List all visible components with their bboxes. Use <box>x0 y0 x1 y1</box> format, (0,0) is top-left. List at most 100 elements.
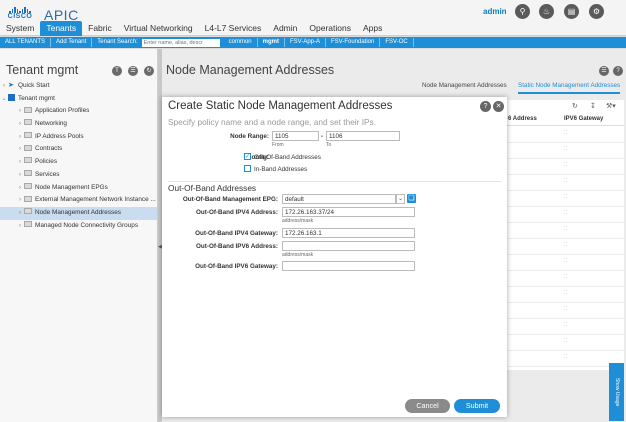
tab-virtual-networking[interactable]: Virtual Networking <box>118 21 199 36</box>
table-row[interactable]: :: <box>506 127 624 143</box>
tab-admin[interactable]: Admin <box>267 21 303 36</box>
table-row[interactable]: :: <box>506 271 624 287</box>
tree-item-managed-node-connectivity-groups[interactable]: › Managed Node Connectivity Groups <box>0 220 157 233</box>
tools-icon[interactable]: ☰ <box>128 66 138 76</box>
search-icon[interactable]: ⚲ <box>515 4 530 19</box>
add-tenant-link[interactable]: Add Tenant <box>51 38 93 47</box>
list-view-icon[interactable]: ☰ <box>599 66 609 76</box>
tree-item-quick-start[interactable]: › ➤ Quick Start <box>0 80 157 93</box>
all-tenants-link[interactable]: ALL TENANTS <box>0 38 52 47</box>
help-icon[interactable]: ? <box>480 101 491 112</box>
help-icon[interactable]: ? <box>613 66 623 76</box>
tab-fabric[interactable]: Fabric <box>82 21 118 36</box>
actions-icon[interactable]: ⚒▾ <box>606 102 616 110</box>
help-icon[interactable]: ▤ <box>564 4 579 19</box>
tree-item-networking[interactable]: › Networking <box>0 118 157 131</box>
refresh-icon[interactable]: ↻ <box>572 102 578 110</box>
table-row[interactable]: :: <box>506 223 624 239</box>
tab-static-node-management-addresses[interactable]: Static Node Management Addresses <box>518 82 621 94</box>
column-header[interactable]: IPV6 Gateway <box>564 116 603 122</box>
ipv4-gateway-label: Out-Of-Band IPV4 Gateway: <box>195 230 278 237</box>
folder-icon <box>24 157 32 164</box>
create-epg-icon[interactable]: ❏ <box>407 194 416 203</box>
node-range-to-input[interactable] <box>326 131 400 141</box>
bell-icon[interactable]: ♨ <box>539 4 554 19</box>
oob-epg-select[interactable] <box>282 194 396 204</box>
folder-icon <box>24 144 32 151</box>
chevron-right-icon: › <box>19 222 21 229</box>
tenant-link-fsv-oc[interactable]: FSV-OC <box>380 38 414 47</box>
ipv4-gateway-input[interactable] <box>282 228 415 238</box>
tree-item-external-management-network-instance[interactable]: › External Management Network Instance ..… <box>0 194 157 207</box>
tree-item-node-management-addresses[interactable]: › Node Management Addresses <box>0 206 157 220</box>
navigation-tree: › ➤ Quick Start ⌄ Tenant mgmt › Application … <box>0 80 157 232</box>
tree-item-policies[interactable]: › Policies <box>0 156 157 169</box>
node-to-hint: To <box>326 142 332 148</box>
table-row[interactable]: :: <box>506 351 624 367</box>
refresh-icon[interactable]: ↻ <box>144 66 154 76</box>
folder-icon <box>24 208 32 215</box>
show-usage-tab[interactable]: Show Usage <box>609 363 624 421</box>
table-row[interactable]: :: <box>506 287 624 303</box>
tree-item-application-profiles[interactable]: › Application Profiles <box>0 105 157 118</box>
inband-addresses-checkbox[interactable] <box>244 165 251 172</box>
tree-item-ip-address-pools[interactable]: › IP Address Pools <box>0 131 157 144</box>
cisco-logo: CISCO <box>6 7 34 22</box>
dialog-title: Create Static Node Management Addresses <box>168 100 393 112</box>
tenant-link-fsv-app-a[interactable]: FSV-App-A <box>285 38 326 47</box>
submit-button[interactable]: Submit <box>454 399 500 413</box>
tenant-search-input[interactable] <box>141 38 220 47</box>
table-row[interactable]: :: <box>506 239 624 255</box>
section-title: Out-Of-Band Addresses <box>168 183 257 193</box>
tab-l4-l7-services[interactable]: L4-L7 Services <box>199 21 268 36</box>
tree-item-node-management-epgs[interactable]: › Node Management EPGs <box>0 182 157 195</box>
close-icon[interactable]: ✕ <box>493 101 504 112</box>
chevron-right-icon: › <box>19 121 21 128</box>
ipv6-address-input[interactable] <box>282 241 415 251</box>
table-row[interactable]: :: <box>506 159 624 175</box>
tenant-link-mgmt[interactable]: mgmt <box>258 38 285 47</box>
user-menu[interactable]: admin <box>483 7 507 16</box>
table-row[interactable]: :: <box>506 191 624 207</box>
tenant-link-fsv-foundation[interactable]: FSV-Foundation <box>326 38 381 47</box>
tab-node-management-addresses[interactable]: Node Management Addresses <box>422 82 507 89</box>
tree-item-services[interactable]: › Services <box>0 169 157 182</box>
node-from-hint: From <box>272 142 284 148</box>
ipv6-address-label: Out-Of-Band IPV6 Address: <box>196 243 278 250</box>
tree-item-tenant-mgmt[interactable]: ⌄ Tenant mgmt <box>0 93 157 106</box>
cancel-button[interactable]: Cancel <box>405 399 450 413</box>
column-header[interactable]: 6 Address <box>508 116 537 122</box>
download-icon[interactable]: ↧ <box>590 102 596 110</box>
tenant-icon[interactable]: T <box>112 66 122 76</box>
ipv6-gateway-input[interactable] <box>282 261 415 271</box>
tenant-link-common[interactable]: common <box>224 38 258 47</box>
table-row[interactable]: :: <box>506 335 624 351</box>
dialog-subtitle: Specify policy name and a node range, an… <box>168 117 377 127</box>
navigation-pane: Tenant mgmt T ☰ ↻ › ➤ Quick Start ⌄ Tenant … <box>0 49 158 422</box>
tenant-search-label: Tenant Search: <box>97 39 138 45</box>
tree-item-contracts[interactable]: › Contracts <box>0 143 157 156</box>
node-range-from-input[interactable] <box>272 131 319 141</box>
ipv4-address-input[interactable] <box>282 207 415 217</box>
tab-system[interactable]: System <box>0 21 40 36</box>
table-row[interactable]: :: <box>506 319 624 335</box>
folder-icon <box>24 119 32 126</box>
folder-icon <box>24 182 32 189</box>
table-row[interactable]: :: <box>506 303 624 319</box>
gear-icon[interactable]: ⚙ <box>589 4 604 19</box>
tab-operations[interactable]: Operations <box>303 21 357 36</box>
oob-addresses-checkbox[interactable]: ✓ <box>244 153 251 160</box>
table-row[interactable]: :: <box>506 143 624 159</box>
tab-apps[interactable]: Apps <box>357 21 388 36</box>
tab-tenants[interactable]: Tenants <box>40 21 83 36</box>
table-row[interactable]: :: <box>506 207 624 223</box>
chevron-down-icon[interactable]: ⌄ <box>396 194 405 204</box>
inband-addresses-label: In-Band Addresses <box>254 166 308 173</box>
folder-icon <box>24 132 32 139</box>
table-row[interactable]: :: <box>506 175 624 191</box>
table-header: 6 Address IPV6 Gateway <box>506 113 624 126</box>
table-row[interactable]: :: <box>506 255 624 271</box>
ipv4-address-label: Out-Of-Band IPV4 Address: <box>196 209 278 216</box>
folder-icon <box>24 106 32 113</box>
folder-icon <box>24 195 32 202</box>
